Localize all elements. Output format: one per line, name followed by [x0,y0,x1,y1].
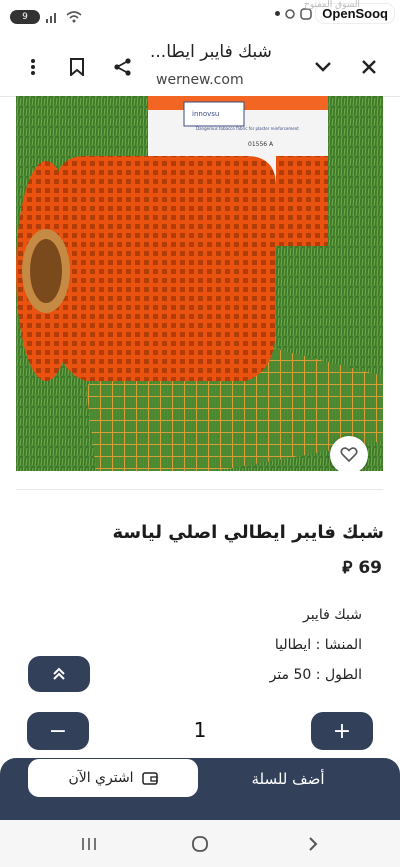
scroll-top-button[interactable] [28,656,90,692]
bookmark-icon[interactable] [64,54,90,80]
decrease-quantity-button[interactable]: − [27,712,89,750]
product-title: شبك فايبر ايطالي اصلي لياسة [112,522,384,543]
close-icon[interactable] [356,54,382,80]
status-bar: 9 OpenSooq السوق المفتوح [0,0,400,40]
add-to-cart-button[interactable]: أضف للسلة [203,758,373,800]
quantity-bar: − 1 + [0,700,400,760]
battery-indicator: 9 [10,10,40,24]
page-url[interactable]: wernew.com [156,72,244,88]
share-icon[interactable] [110,54,136,80]
plus-icon: + [332,718,352,744]
increase-quantity-button[interactable]: + [311,712,373,750]
image-card-bottom [16,471,383,490]
quantity-value[interactable]: 1 [186,718,214,742]
product-price: 69 ⃁ [342,556,382,578]
description-line: المنشا : ايطاليا [274,637,362,653]
notification-dot [275,11,281,16]
product-image[interactable]: innovsu 01556 A Dangerous tobacco fabric… [16,96,383,471]
price-value: 69 [358,558,382,578]
buy-now-button[interactable]: اشتري الآن [27,758,199,798]
opensooq-badge-sub: السوق المفتوح [304,0,360,10]
wallet-icon [141,772,158,785]
action-row: اشتري الآن أضف للسلة [0,758,400,802]
recent-apps-icon[interactable] [74,832,104,856]
add-to-cart-label: أضف للسلة [251,770,325,788]
bucket-label-line: Dangerous tobacco fabric for plaster rei… [196,126,299,131]
description-line: الطول : 50 متر [269,667,362,683]
heart-icon [340,447,358,463]
more-vert-icon[interactable] [20,54,46,80]
home-icon[interactable] [185,832,215,856]
minus-icon: − [48,718,68,744]
status-left: 9 [10,10,82,24]
browser-bar: شبك فايبر ايطا... wernew.com [0,40,400,97]
favorite-button[interactable] [330,436,368,474]
back-icon[interactable] [298,832,328,856]
wifi-icon [66,11,82,23]
page-title: شبك فايبر ايطا... [150,42,272,62]
double-chevron-up-icon [53,667,65,680]
buy-now-label: اشتري الآن [68,770,134,786]
chevron-down-icon[interactable] [310,54,336,80]
product-description: شبك فايبر المنشا : ايطاليا الطول : 50 مت… [270,600,362,690]
settings-icon [285,8,296,19]
system-nav-bar [0,820,400,867]
bucket-code: 01556 A [248,141,274,148]
description-line: شبك فايبر [302,607,362,623]
currency-symbol: ⃁ [342,558,353,578]
product-photo: innovsu 01556 A Dangerous tobacco fabric… [16,96,383,471]
bucket-brand: innovsu [192,110,219,118]
signal-icon [46,13,56,23]
